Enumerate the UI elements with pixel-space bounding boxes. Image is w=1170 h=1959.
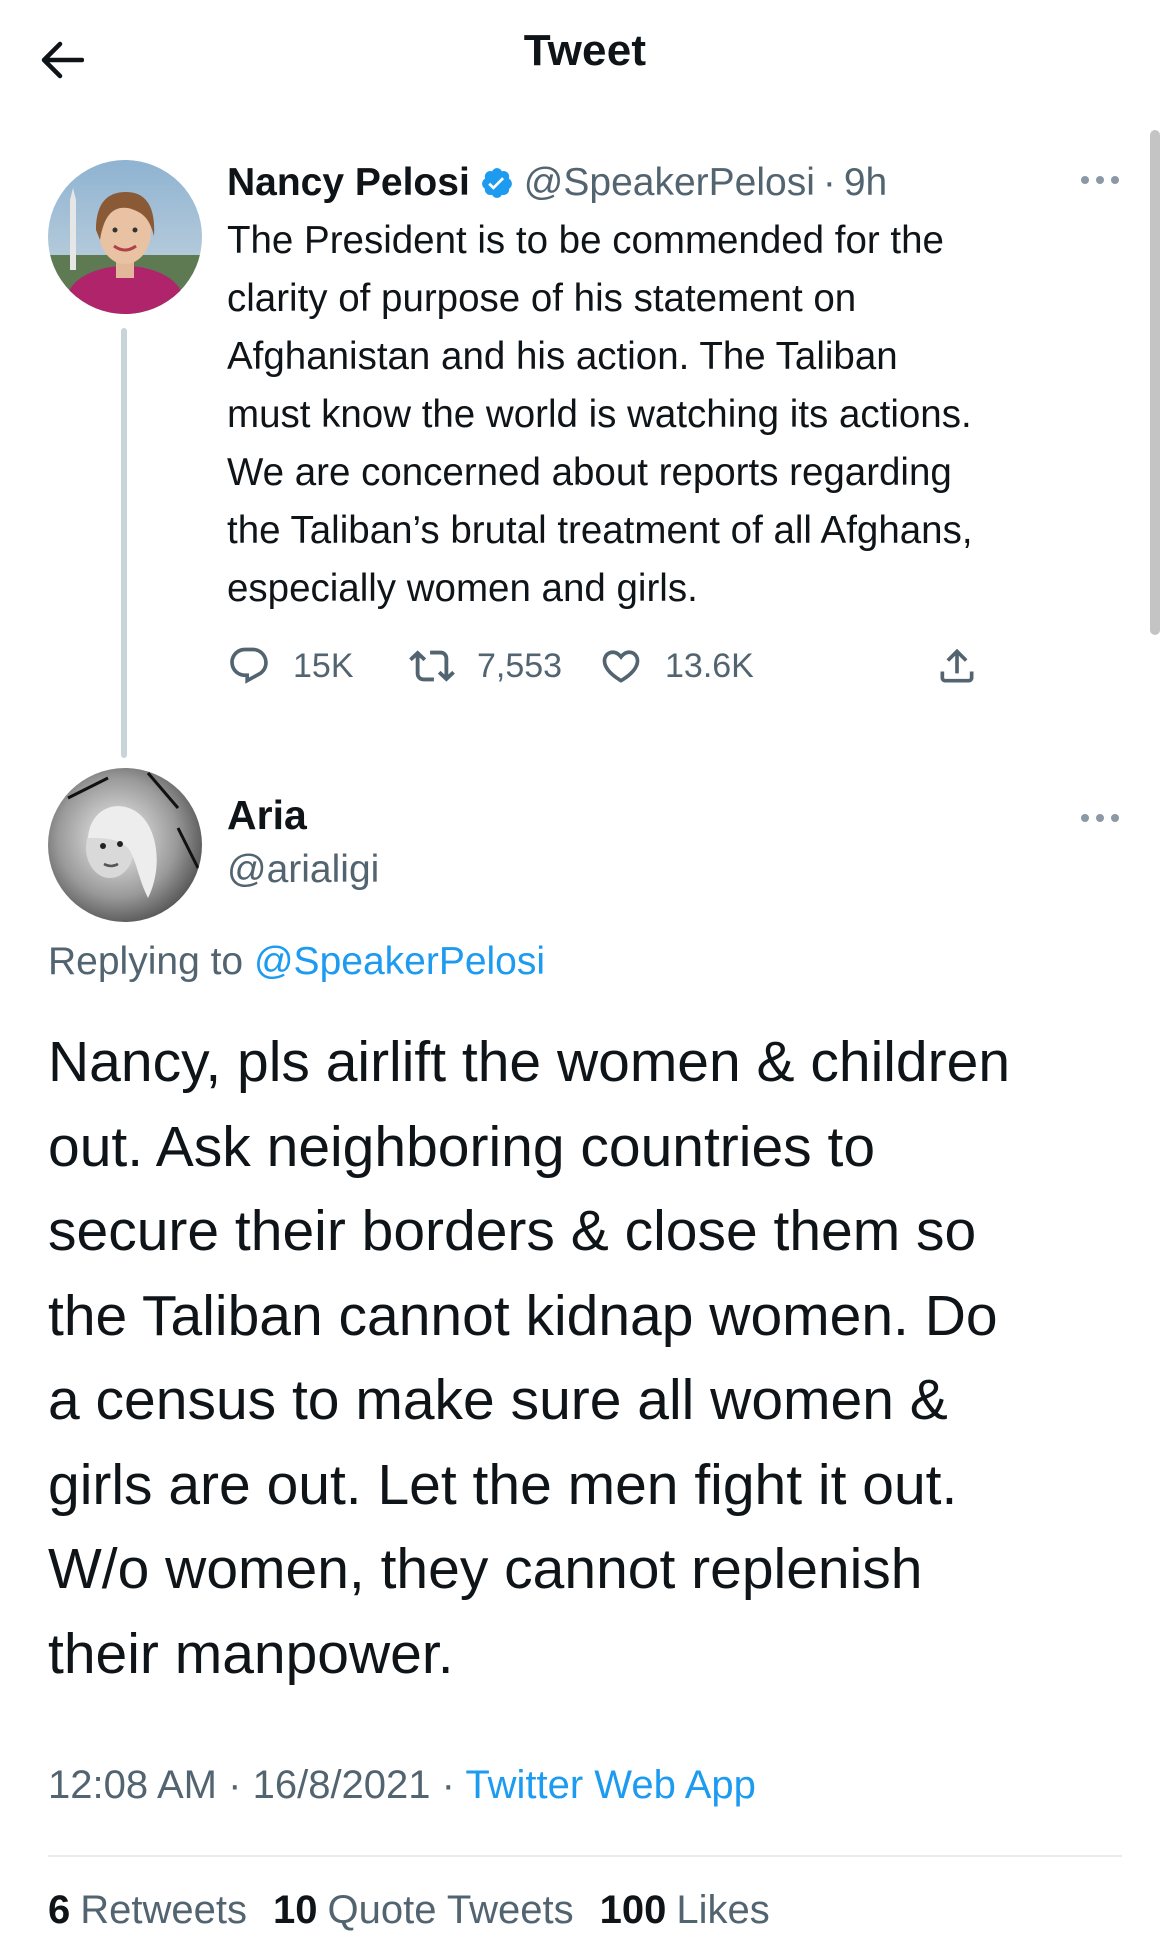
tweet-date[interactable]: 16/8/2021 bbox=[253, 1763, 431, 1807]
page-title: Tweet bbox=[523, 26, 647, 75]
tweet-text-line: especially women and girls. bbox=[227, 567, 698, 610]
likes-label: Likes bbox=[676, 1888, 770, 1932]
tweet-time[interactable]: 9h bbox=[844, 161, 887, 205]
quote-tweets-count: 10 bbox=[273, 1888, 318, 1932]
retweets-label: Retweets bbox=[80, 1888, 247, 1932]
verified-badge-icon bbox=[480, 166, 514, 200]
retweet-button[interactable]: 7,553 bbox=[409, 636, 562, 696]
tweet-stats: 6 Retweets 10 Quote Tweets 100 Likes bbox=[48, 1888, 770, 1933]
avatar-image bbox=[48, 160, 202, 314]
retweet-count: 7,553 bbox=[477, 646, 563, 685]
tweet-text-line: W/o women, they cannot replenish bbox=[48, 1537, 923, 1601]
author-name[interactable]: Nancy Pelosi bbox=[227, 161, 470, 205]
tweet-text-line: their manpower. bbox=[48, 1621, 454, 1686]
tweet-text-line: clarity of purpose of his statement on bbox=[227, 277, 857, 320]
tweet-text-line: secure their borders & close them so bbox=[48, 1199, 977, 1263]
more-options-button[interactable] bbox=[1072, 160, 1128, 200]
replying-to-mention-link[interactable]: @SpeakerPelosi bbox=[254, 940, 545, 983]
thread-line bbox=[121, 328, 127, 758]
avatar-reply[interactable] bbox=[48, 768, 202, 922]
reply-tweet-text: Nancy, pls airlift the women & children … bbox=[48, 1020, 1128, 1696]
tweet-text-line: Afghanistan and his action. The Taliban bbox=[227, 335, 898, 378]
author-handle[interactable]: @SpeakerPelosi bbox=[524, 161, 815, 205]
reply-more-options-button[interactable] bbox=[1072, 798, 1128, 838]
reply-button[interactable]: 15K bbox=[227, 636, 354, 696]
tweet-text-line: must know the world is watching its acti… bbox=[227, 393, 972, 436]
tweet-text-line: a census to make sure all women & bbox=[48, 1368, 948, 1432]
replying-to: Replying to @SpeakerPelosi bbox=[48, 940, 545, 984]
separator-dot: · bbox=[228, 1763, 242, 1807]
avatar-parent[interactable] bbox=[48, 160, 202, 314]
like-count: 13.6K bbox=[665, 646, 754, 685]
tweet-actions: 15K 7,553 13.6K bbox=[227, 636, 1007, 696]
tweet-text-line: girls are out. Let the men fight it out. bbox=[48, 1452, 958, 1517]
divider bbox=[48, 1855, 1122, 1857]
replying-to-prefix: Replying to bbox=[48, 940, 244, 983]
share-icon bbox=[935, 644, 979, 688]
parent-tweet-header: Nancy Pelosi @SpeakerPelosi · 9h bbox=[227, 155, 887, 211]
tweet-meta: 12:08 AM · 16/8/2021 · Twitter Web App bbox=[48, 1763, 756, 1808]
tweet-text-line: the Taliban cannot kidnap women. Do bbox=[48, 1283, 998, 1348]
scrollbar[interactable] bbox=[1150, 130, 1160, 635]
like-button[interactable]: 13.6K bbox=[599, 636, 754, 696]
reply-author-handle[interactable]: @arialigi bbox=[227, 848, 379, 892]
tweet-source-link[interactable]: Twitter Web App bbox=[465, 1763, 756, 1807]
tweet-timestamp[interactable]: 12:08 AM bbox=[48, 1763, 217, 1807]
quote-tweets-stat[interactable]: 10 Quote Tweets bbox=[273, 1888, 574, 1933]
tweet-text-line: out. Ask neighboring countries to bbox=[48, 1114, 876, 1179]
tweet-text-line: The President is to be commended for the bbox=[227, 219, 944, 262]
likes-stat[interactable]: 100 Likes bbox=[600, 1888, 770, 1933]
parent-tweet-text: The President is to be commended for the… bbox=[227, 212, 1127, 618]
avatar-image bbox=[48, 768, 202, 922]
quote-tweets-label: Quote Tweets bbox=[327, 1888, 574, 1932]
tweet-text-line: Nancy, pls airlift the women & children bbox=[48, 1030, 1011, 1094]
arrow-left-icon bbox=[41, 41, 84, 79]
share-button[interactable] bbox=[935, 636, 1001, 696]
separator-dot: · bbox=[441, 1763, 455, 1807]
back-button[interactable] bbox=[30, 28, 94, 92]
separator-dot: · bbox=[822, 161, 836, 204]
retweets-count: 6 bbox=[48, 1888, 71, 1932]
more-dots-icon bbox=[1081, 176, 1119, 184]
page-title-wrap: Tweet bbox=[0, 26, 1170, 76]
reply-count: 15K bbox=[293, 646, 354, 685]
reply-icon bbox=[227, 644, 271, 688]
retweet-icon bbox=[409, 643, 455, 689]
reply-author-name[interactable]: Aria bbox=[227, 792, 307, 839]
retweets-stat[interactable]: 6 Retweets bbox=[48, 1888, 247, 1933]
tweet-text-line: the Taliban’s brutal treatment of all Af… bbox=[227, 509, 973, 552]
more-dots-icon bbox=[1081, 814, 1119, 822]
tweet-text-line: We are concerned about reports regarding bbox=[227, 451, 952, 494]
heart-icon bbox=[599, 644, 643, 688]
likes-count: 100 bbox=[599, 1888, 667, 1932]
